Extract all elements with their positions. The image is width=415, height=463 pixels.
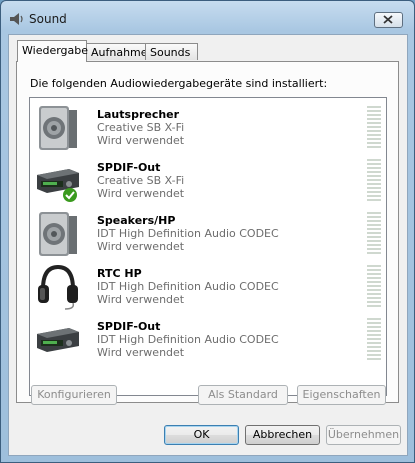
device-status: Wird verwendet (97, 134, 185, 147)
device-description: IDT High Definition Audio CODEC (97, 280, 279, 293)
cancel-button[interactable]: Abbrechen (245, 425, 320, 445)
device-status: Wird verwendet (97, 240, 185, 253)
device-status: Wird verwendet (97, 346, 185, 359)
device-status: Wird verwendet (97, 187, 185, 200)
device-name: Speakers/HP (97, 214, 176, 227)
digital-output-icon (37, 328, 79, 352)
level-meter (367, 265, 381, 309)
device-list[interactable]: Lautsprecher Creative SB X-Fi Wird verwe… (29, 97, 387, 396)
device-description: Creative SB X-Fi (97, 121, 185, 134)
level-meter (367, 212, 381, 256)
device-item[interactable]: SPDIF-Out Creative SB X-Fi Wird verwende… (30, 155, 386, 207)
device-name: Lautsprecher (97, 108, 180, 121)
device-item[interactable]: Speakers/HP IDT High Definition Audio CO… (30, 208, 386, 260)
window-title: Sound (29, 12, 67, 26)
speaker-icon (10, 13, 23, 25)
tab-sounds[interactable]: Sounds (145, 43, 198, 60)
device-status: Wird verwendet (97, 293, 185, 306)
speaker-icon (39, 212, 77, 256)
sound-dialog: Sound Wiedergabe Aufnahme Sounds Die fol… (0, 0, 415, 463)
configure-button[interactable]: Konfigurieren (31, 385, 117, 405)
device-description: Creative SB X-Fi (97, 174, 185, 187)
headphones-icon (38, 264, 78, 310)
device-item[interactable]: Lautsprecher Creative SB X-Fi Wird verwe… (30, 102, 386, 154)
set-default-button[interactable]: Als Standard (198, 385, 288, 405)
level-meter (367, 318, 381, 362)
close-button[interactable] (374, 12, 403, 28)
default-check-icon (63, 188, 77, 202)
level-meter (367, 106, 381, 150)
digital-output-icon (37, 169, 79, 202)
device-name: SPDIF-Out (97, 320, 161, 333)
close-icon (383, 15, 393, 24)
playback-panel: Die folgenden Audiowiedergabegeräte sind… (16, 61, 399, 403)
device-name: RTC HP (97, 267, 142, 280)
device-description: IDT High Definition Audio CODEC (97, 227, 279, 240)
device-description: IDT High Definition Audio CODEC (97, 333, 279, 346)
device-item[interactable]: SPDIF-Out IDT High Definition Audio CODE… (30, 314, 386, 366)
title-bar[interactable]: Sound (1, 1, 414, 35)
ok-button[interactable]: OK (164, 425, 239, 445)
device-name: SPDIF-Out (97, 161, 161, 174)
apply-button[interactable]: Übernehmen (326, 425, 401, 445)
speaker-icon (39, 106, 77, 150)
panel-caption: Die folgenden Audiowiedergabegeräte sind… (30, 77, 328, 90)
dialog-body: Wiedergabe Aufnahme Sounds Die folgenden… (8, 34, 408, 456)
tab-wiedergabe[interactable]: Wiedergabe (17, 40, 88, 62)
tab-aufnahme[interactable]: Aufnahme (86, 43, 148, 60)
device-item[interactable]: RTC HP IDT High Definition Audio CODEC W… (30, 261, 386, 313)
properties-button[interactable]: Eigenschaften (297, 385, 386, 405)
level-meter (367, 159, 381, 203)
